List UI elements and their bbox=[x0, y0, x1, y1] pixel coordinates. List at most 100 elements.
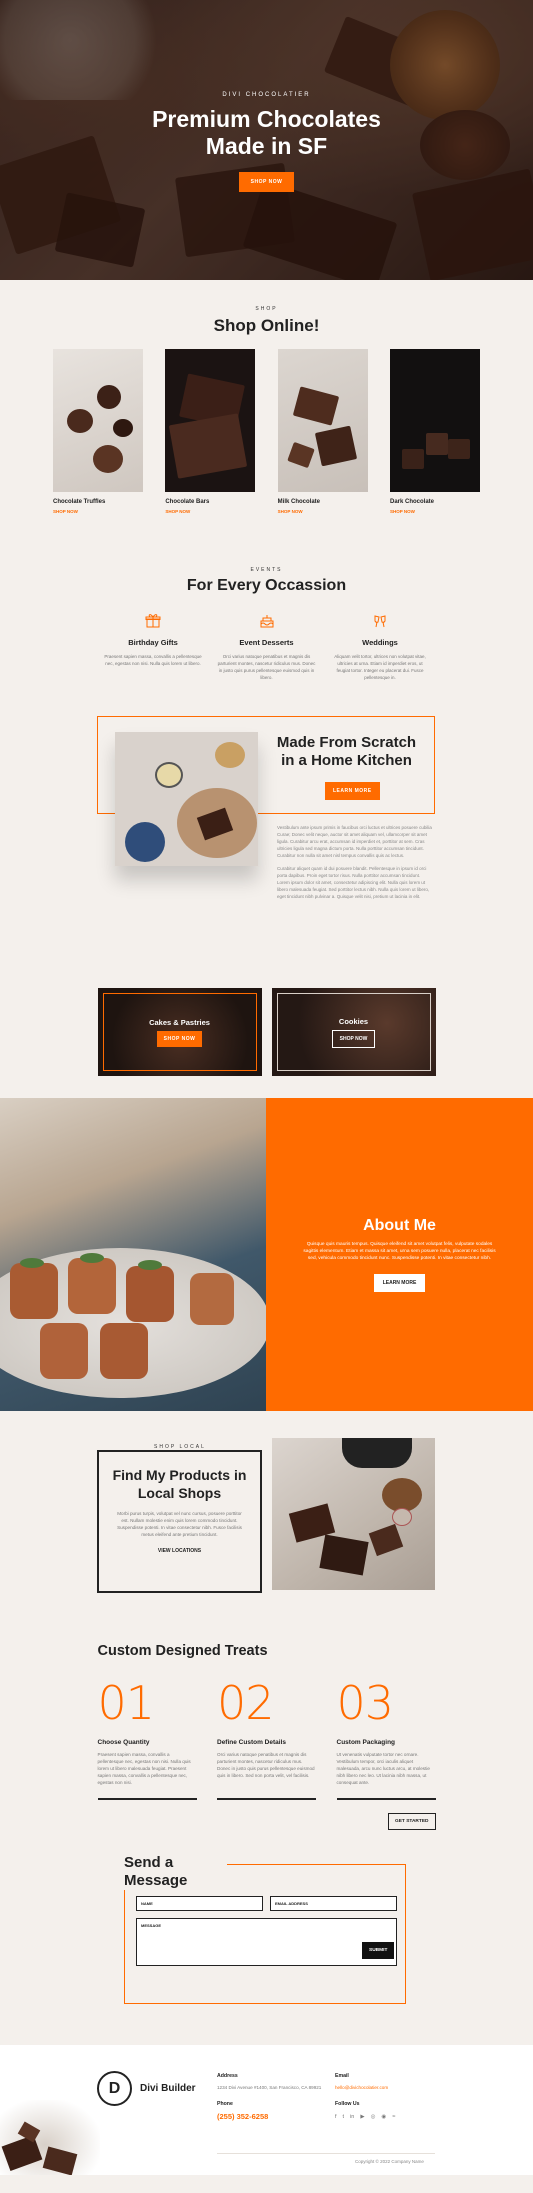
about-photo bbox=[0, 1098, 266, 1411]
occasion-item: Birthday Gifts Praesent sapien massa, co… bbox=[104, 613, 202, 681]
local-title-line1: Find My Products in bbox=[112, 1467, 247, 1483]
scratch-title-line1: Made From Scratch bbox=[276, 734, 417, 751]
product-grid: Chocolate Truffles SHOP NOW Chocolate Ba… bbox=[53, 349, 480, 514]
scratch-section: Made From Scratch in a Home Kitchen LEAR… bbox=[0, 716, 533, 946]
email-field[interactable]: EMAIL ADDRESS bbox=[270, 1896, 397, 1911]
cake-icon bbox=[218, 613, 316, 631]
contact-section: Send a Message NAME EMAIL ADDRESS MESSAG… bbox=[0, 1854, 533, 2004]
product-card[interactable]: Chocolate Truffles SHOP NOW bbox=[53, 349, 143, 514]
product-card[interactable]: Chocolate Bars SHOP NOW bbox=[165, 349, 256, 514]
product-card[interactable]: Milk Chocolate SHOP NOW bbox=[277, 349, 368, 514]
treat-step: 01 Choose Quantity Praesent sapien massa… bbox=[97, 1676, 197, 1800]
linkedin-icon[interactable]: in bbox=[350, 2114, 354, 2120]
scratch-paragraph: Vestibulum ante ipsum primis in faucibus… bbox=[277, 825, 432, 858]
occasion-item-title: Event Desserts bbox=[239, 638, 294, 647]
product-name[interactable]: Chocolate Truffles bbox=[53, 499, 143, 505]
product-shop-link[interactable]: SHOP NOW bbox=[165, 509, 255, 514]
product-image[interactable] bbox=[277, 349, 368, 492]
page: DIVI CHOCOLATIER Premium Chocolates Made… bbox=[0, 0, 533, 2175]
about-panel: About Me Quisque quis mauris tempus. Qui… bbox=[266, 1098, 533, 1411]
message-field[interactable]: MESSAGE bbox=[136, 1918, 397, 1966]
step-number: 02 bbox=[217, 1676, 275, 1730]
copyright: Copyright © 2022 Company Name bbox=[355, 2159, 424, 2164]
email-link[interactable]: hello@divichocolatier.com bbox=[335, 2084, 445, 2091]
footer-address: Address 1234 Divi Avenue #1400, San Fran… bbox=[217, 2073, 327, 2121]
treats-section: Custom Designed Treats 01 Choose Quantit… bbox=[97, 1643, 436, 1830]
category-card-cakes[interactable]: Cakes & Pastries SHOP NOW bbox=[97, 988, 262, 1076]
twitter-icon[interactable]: t bbox=[343, 2114, 345, 2120]
product-shop-link[interactable]: SHOP NOW bbox=[278, 509, 368, 514]
card-shop-button[interactable]: SHOP NOW bbox=[331, 1029, 376, 1048]
kitchen-photo bbox=[115, 732, 258, 866]
category-cards: Cakes & Pastries SHOP NOW Cookies SHOP N… bbox=[97, 988, 436, 1076]
card-shop-button[interactable]: SHOP NOW bbox=[156, 1030, 203, 1047]
hero-kicker: DIVI CHOCOLATIER bbox=[222, 92, 311, 98]
name-field[interactable]: NAME bbox=[136, 1896, 263, 1911]
product-name[interactable]: Dark Chocolate bbox=[390, 499, 480, 505]
treat-step: 02 Define Custom Details Orci varius nat… bbox=[217, 1679, 316, 1800]
phone-value[interactable]: (255) 352-6258 bbox=[217, 2112, 327, 2121]
shop-kicker: SHOP bbox=[255, 306, 278, 312]
product-shop-link[interactable]: SHOP NOW bbox=[390, 509, 480, 514]
shop-title: Shop Online! bbox=[213, 316, 320, 335]
hero-shop-button[interactable]: SHOP NOW bbox=[238, 172, 295, 192]
scratch-title: Made From Scratch in a Home Kitchen bbox=[275, 734, 418, 770]
product-image[interactable] bbox=[389, 349, 480, 492]
footer: D Divi Builder Address 1234 Divi Avenue … bbox=[0, 2045, 533, 2175]
category-card-cookies[interactable]: Cookies SHOP NOW bbox=[271, 988, 436, 1076]
product-name[interactable]: Milk Chocolate bbox=[278, 499, 368, 505]
product-card[interactable]: Dark Chocolate SHOP NOW bbox=[389, 349, 480, 514]
contact-title-line2: Message bbox=[124, 1872, 188, 1889]
address-value: 1234 Divi Avenue #1400, San Francisco, C… bbox=[217, 2085, 322, 2090]
step-number: 03 bbox=[336, 1676, 395, 1730]
product-image[interactable] bbox=[53, 349, 143, 492]
hero-title-line1: Premium Chocolates bbox=[152, 106, 381, 132]
view-locations-link[interactable]: VIEW LOCATIONS bbox=[99, 1548, 260, 1554]
product-shop-link[interactable]: SHOP NOW bbox=[53, 509, 143, 514]
occasion-item-text: Orci varius natoque penatibus et magnis … bbox=[217, 654, 316, 680]
product-name[interactable]: Chocolate Bars bbox=[165, 499, 255, 505]
pinterest-icon[interactable]: ◉ bbox=[381, 2114, 386, 2120]
local-title-line2: Local Shops bbox=[137, 1485, 222, 1501]
step-text: Ut venenatis vulputate tortor nec ornare… bbox=[336, 1752, 430, 1785]
about-section: About Me Quisque quis mauris tempus. Qui… bbox=[0, 1098, 533, 1411]
hero-title-line2: Made in SF bbox=[205, 133, 328, 159]
step-number: 01 bbox=[97, 1676, 156, 1730]
youtube-icon[interactable]: ▶ bbox=[360, 2114, 364, 2120]
gift-icon bbox=[104, 613, 202, 631]
occasion-kicker: EVENTS bbox=[250, 567, 283, 573]
hero-section: DIVI CHOCOLATIER Premium Chocolates Made… bbox=[0, 0, 533, 280]
occasion-item-title: Birthday Gifts bbox=[128, 638, 178, 647]
about-text: Quisque quis mauris tempus. Quisque elei… bbox=[303, 1242, 496, 1261]
occasion-list: Birthday Gifts Praesent sapien massa, co… bbox=[104, 613, 429, 681]
submit-button[interactable]: SUBMIT bbox=[362, 1942, 395, 1959]
facebook-icon[interactable]: f bbox=[335, 2114, 337, 2120]
occasion-item-text: Aliquam velit tortor, ultrices non volut… bbox=[334, 654, 426, 680]
step-title: Define Custom Details bbox=[217, 1739, 286, 1746]
shop-section: SHOP Shop Online! Chocolate Truffles SHO… bbox=[0, 280, 533, 514]
scratch-learn-more-button[interactable]: LEARN MORE bbox=[325, 782, 380, 800]
contact-title-line1: Send a bbox=[124, 1854, 174, 1871]
local-kicker: SHOP LOCAL bbox=[148, 1444, 212, 1450]
get-started-button[interactable]: GET STARTED bbox=[388, 1813, 436, 1830]
occasion-title: For Every Occassion bbox=[186, 577, 347, 594]
address-label: Address bbox=[217, 2073, 238, 2079]
local-shops-section: Find My Products in Local Shops Morbi pu… bbox=[0, 1438, 533, 1593]
local-photo bbox=[272, 1438, 435, 1590]
footer-brand: Divi Builder bbox=[140, 2083, 196, 2094]
rss-icon[interactable]: ≈ bbox=[392, 2114, 395, 2120]
step-title: Choose Quantity bbox=[97, 1739, 150, 1746]
card-title: Cakes & Pastries bbox=[149, 1017, 210, 1027]
local-title: Find My Products in Local Shops bbox=[99, 1466, 260, 1502]
local-text: Morbi purus turpis, volutpat vel nunc cu… bbox=[117, 1511, 242, 1537]
step-text: Praesent sapien massa, convallis a pelle… bbox=[97, 1752, 191, 1785]
product-image[interactable] bbox=[165, 349, 256, 492]
instagram-icon[interactable]: ◎ bbox=[371, 2114, 376, 2120]
occasion-item: Event Desserts Orci varius natoque penat… bbox=[218, 613, 316, 681]
treats-title: Custom Designed Treats bbox=[97, 1643, 268, 1659]
footer-logo[interactable]: D Divi Builder bbox=[97, 2071, 196, 2106]
step-text: Orci varius natoque penatibus et magnis … bbox=[217, 1752, 315, 1778]
social-links: f t in ▶ ◎ ◉ ≈ bbox=[335, 2114, 445, 2120]
about-learn-more-button[interactable]: LEARN MORE bbox=[373, 1274, 426, 1292]
logo-mark: D bbox=[97, 2071, 132, 2106]
